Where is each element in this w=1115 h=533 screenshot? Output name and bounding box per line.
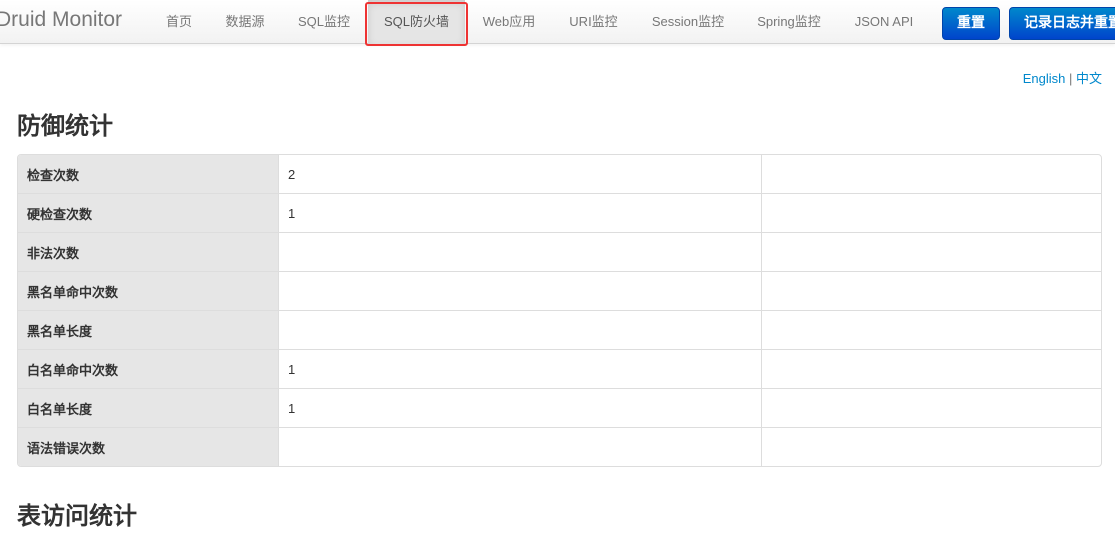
nav-item-web-app[interactable]: Web应用	[474, 0, 544, 44]
nav-item-session-monitor[interactable]: Session监控	[642, 0, 734, 44]
table-row: 黑名单命中次数	[18, 271, 1101, 310]
stat-label: 白名单长度	[18, 388, 278, 427]
stat-label: 非法次数	[18, 232, 278, 271]
nav-item-spring-monitor[interactable]: Spring监控	[749, 0, 829, 44]
stat-value: 1	[278, 349, 761, 388]
language-switcher: English | 中文	[1023, 68, 1102, 87]
stat-extra-cell	[761, 310, 1101, 349]
stat-value: 1	[278, 193, 761, 232]
table-row: 语法错误次数	[18, 427, 1101, 466]
stat-extra-cell	[761, 193, 1101, 232]
stat-value: 1	[278, 388, 761, 427]
nav-item-home[interactable]: 首页	[156, 0, 202, 44]
stat-value: 2	[278, 155, 761, 193]
section-title-defense: 防御统计	[17, 112, 113, 140]
stat-value	[278, 310, 761, 349]
stat-value	[278, 427, 761, 466]
nav-item-uri-monitor[interactable]: URI监控	[561, 0, 626, 44]
nav-item-json-api[interactable]: JSON API	[846, 0, 922, 44]
stat-extra-cell	[761, 427, 1101, 466]
stat-label: 黑名单命中次数	[18, 271, 278, 310]
section-title-table-access: 表访问统计	[17, 502, 137, 530]
stat-label: 白名单命中次数	[18, 349, 278, 388]
navbar: Druid Monitor 首页 数据源 SQL监控 SQL防火墙 Web应用 …	[0, 0, 1115, 44]
log-and-reset-button[interactable]: 记录日志并重置	[1009, 7, 1115, 40]
stat-extra-cell	[761, 349, 1101, 388]
highlight-annotation	[365, 2, 468, 46]
lang-chinese-link[interactable]: 中文	[1076, 71, 1102, 86]
brand-logo[interactable]: Druid Monitor	[0, 8, 122, 32]
stat-label: 检查次数	[18, 155, 278, 193]
stat-extra-cell	[761, 271, 1101, 310]
table-row: 白名单命中次数 1	[18, 349, 1101, 388]
table-row: 非法次数	[18, 232, 1101, 271]
nav-item-sql-monitor[interactable]: SQL监控	[288, 0, 360, 44]
stat-label: 语法错误次数	[18, 427, 278, 466]
stat-label: 黑名单长度	[18, 310, 278, 349]
table-row: 检查次数 2	[18, 155, 1101, 193]
stat-value	[278, 271, 761, 310]
reset-button[interactable]: 重置	[942, 7, 1000, 40]
stat-label: 硬检查次数	[18, 193, 278, 232]
lang-english-link[interactable]: English	[1023, 71, 1066, 86]
table-row: 黑名单长度	[18, 310, 1101, 349]
table-row: 白名单长度 1	[18, 388, 1101, 427]
stat-extra-cell	[761, 388, 1101, 427]
nav-item-datasource[interactable]: 数据源	[216, 0, 274, 44]
stat-extra-cell	[761, 155, 1101, 193]
defense-stats-table: 检查次数 2 硬检查次数 1 非法次数 黑名单命中次数 黑名单长度 白名单命中次数 1 白名单长度…	[17, 154, 1102, 467]
lang-separator: |	[1068, 71, 1073, 86]
table-row: 硬检查次数 1	[18, 193, 1101, 232]
stat-extra-cell	[761, 232, 1101, 271]
stat-value	[278, 232, 761, 271]
